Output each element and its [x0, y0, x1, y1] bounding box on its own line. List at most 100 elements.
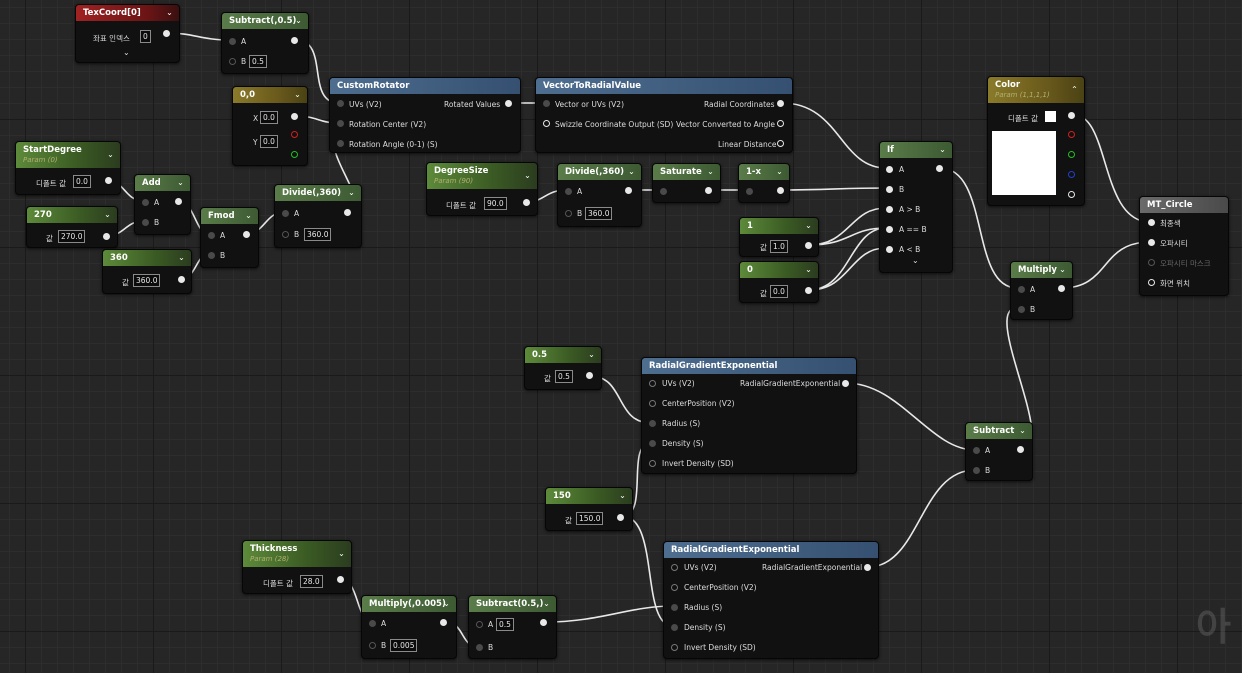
input-pin-b[interactable]	[208, 252, 215, 259]
input-pin[interactable]	[671, 624, 678, 631]
vector-to-radial-node[interactable]: VectorToRadialValue Vector or UVs (V2) S…	[535, 77, 793, 153]
multiply-node[interactable]: Multiply(,0.005) ⌄ A B 0.005	[361, 595, 457, 659]
chevron-down-icon[interactable]: ⌄	[617, 490, 628, 501]
output-pin[interactable]	[936, 165, 943, 172]
custom-rotator-node[interactable]: CustomRotator UVs (V2) Rotation Center (…	[329, 77, 521, 153]
output-pin-green[interactable]	[1068, 151, 1075, 158]
input-pin-b[interactable]	[973, 467, 980, 474]
input-pin-b[interactable]	[369, 642, 376, 649]
input-pin-a[interactable]	[369, 620, 376, 627]
output-pin[interactable]	[864, 564, 871, 571]
material-result-node[interactable]: MT_Circle 최종색 오파시티 오파시티 마스크 화면 위치	[1139, 196, 1229, 296]
input-pin-b[interactable]	[229, 58, 236, 65]
chevron-down-icon[interactable]: ⌄	[175, 177, 186, 188]
chevron-up-icon[interactable]: ⌃	[1069, 84, 1080, 95]
chevron-down-icon[interactable]: ⌄	[803, 220, 814, 231]
subtract-node[interactable]: Subtract ⌄ A B	[965, 422, 1033, 481]
value-input[interactable]: 150.0	[576, 512, 604, 525]
input-pin-a-less-b[interactable]	[886, 246, 893, 253]
input-pin-a[interactable]	[142, 199, 149, 206]
chevron-down-icon[interactable]: ⌄	[336, 548, 347, 559]
value-input[interactable]: 360.0	[133, 274, 161, 287]
value-input[interactable]: 0.0	[770, 285, 788, 298]
divide-node[interactable]: Divide(,360) ⌄ A B 360.0	[274, 184, 362, 248]
add-node[interactable]: Add ⌄ A B	[134, 174, 191, 235]
chevron-down-icon[interactable]: ⌄	[293, 15, 304, 26]
thickness-param-node[interactable]: Thickness Param (28) ⌄ 디폴트 값 28.0	[242, 540, 352, 594]
input-pin[interactable]	[649, 420, 656, 427]
x-value-input[interactable]: 0.0	[260, 111, 278, 124]
output-pin[interactable]	[625, 187, 632, 194]
expand-chevron-icon[interactable]: ⌄	[912, 256, 919, 265]
subtract-node[interactable]: Subtract(0.5,) ⌄ A 0.5 B	[468, 595, 557, 659]
chevron-down-icon[interactable]: ⌄	[102, 209, 113, 220]
constant-1-node[interactable]: 1 ⌄ 값 1.0	[739, 217, 819, 257]
output-pin[interactable]	[440, 619, 447, 626]
chevron-down-icon[interactable]: ⌄	[176, 252, 187, 263]
expand-chevron-icon[interactable]: ⌄	[123, 48, 130, 57]
input-pin-b[interactable]	[282, 231, 289, 238]
input-pin[interactable]	[671, 604, 678, 611]
output-pin[interactable]	[617, 514, 624, 521]
output-pin[interactable]	[805, 242, 812, 249]
output-pin[interactable]	[523, 199, 530, 206]
constant-360-node[interactable]: 360 ⌄ 값 360.0	[102, 249, 192, 294]
input-pin-a[interactable]	[476, 621, 483, 628]
input-pin-a[interactable]	[973, 447, 980, 454]
input-pin-a[interactable]	[886, 166, 893, 173]
value-input[interactable]: 270.0	[58, 230, 86, 243]
chevron-down-icon[interactable]: ⌄	[803, 264, 814, 275]
constant-0-5-node[interactable]: 0.5 ⌄ 값 0.5	[524, 346, 602, 390]
value-input[interactable]: 1.0	[770, 240, 788, 253]
input-pin[interactable]	[1148, 279, 1155, 286]
b-value-input[interactable]: 0.005	[390, 639, 418, 652]
constant2vector-node[interactable]: 0,0 ⌄ X 0.0 Y 0.0	[232, 86, 308, 166]
radial-gradient-node[interactable]: RadialGradientExponential UVs (V2) Cente…	[641, 357, 857, 474]
output-pin[interactable]	[163, 30, 170, 37]
input-pin[interactable]	[649, 400, 656, 407]
output-pin[interactable]	[777, 140, 784, 147]
chevron-down-icon[interactable]: ⌄	[522, 170, 533, 181]
output-pin-red[interactable]	[1068, 131, 1075, 138]
output-pin-blue[interactable]	[1068, 171, 1075, 178]
value-input[interactable]: 0.5	[555, 370, 573, 383]
input-pin-a[interactable]	[229, 38, 236, 45]
chevron-down-icon[interactable]: ⌄	[1017, 425, 1028, 436]
chevron-down-icon[interactable]: ⌄	[541, 598, 552, 609]
color-swatch[interactable]	[1045, 111, 1056, 122]
input-pin-a-greater-b[interactable]	[886, 206, 893, 213]
one-minus-node[interactable]: 1-x ⌄	[738, 163, 790, 203]
degree-size-param-node[interactable]: DegreeSize Param (90) ⌄ 디폴트 값 90.0	[426, 162, 538, 216]
output-pin[interactable]	[705, 187, 712, 194]
radial-gradient-node[interactable]: RadialGradientExponential UVs (V2) Cente…	[663, 541, 879, 659]
input-pin[interactable]	[1148, 259, 1155, 266]
output-pin[interactable]	[777, 100, 784, 107]
input-pin[interactable]	[649, 440, 656, 447]
input-pin-b[interactable]	[476, 644, 483, 651]
output-pin[interactable]	[505, 100, 512, 107]
input-pin-a-equals-b[interactable]	[886, 226, 893, 233]
fmod-node[interactable]: Fmod ⌄ A B	[200, 207, 259, 268]
if-node[interactable]: If ⌄ A B A > B A == B A < B ⌄	[879, 141, 953, 273]
input-pin[interactable]	[671, 564, 678, 571]
input-pin-b[interactable]	[565, 210, 572, 217]
chevron-down-icon[interactable]: ⌄	[346, 187, 357, 198]
output-pin[interactable]	[344, 209, 351, 216]
texcoord-node[interactable]: TexCoord[0] ⌄ 좌표 인덱스 0 ⌄	[75, 4, 180, 63]
b-value-input[interactable]: 0.5	[249, 55, 267, 68]
input-pin[interactable]	[337, 120, 344, 127]
b-value-input[interactable]: 360.0	[304, 228, 332, 241]
output-pin[interactable]	[175, 198, 182, 205]
input-pin-b[interactable]	[1018, 306, 1025, 313]
output-pin[interactable]	[540, 619, 547, 626]
input-pin-a[interactable]	[282, 210, 289, 217]
chevron-down-icon[interactable]: ⌄	[1057, 264, 1068, 275]
b-value-input[interactable]: 360.0	[585, 207, 613, 220]
output-pin[interactable]	[105, 177, 112, 184]
input-pin-a[interactable]	[565, 188, 572, 195]
chevron-down-icon[interactable]: ⌄	[292, 89, 303, 100]
output-pin[interactable]	[842, 380, 849, 387]
default-value-input[interactable]: 28.0	[300, 575, 323, 588]
output-pin[interactable]	[291, 37, 298, 44]
input-pin[interactable]	[649, 460, 656, 467]
